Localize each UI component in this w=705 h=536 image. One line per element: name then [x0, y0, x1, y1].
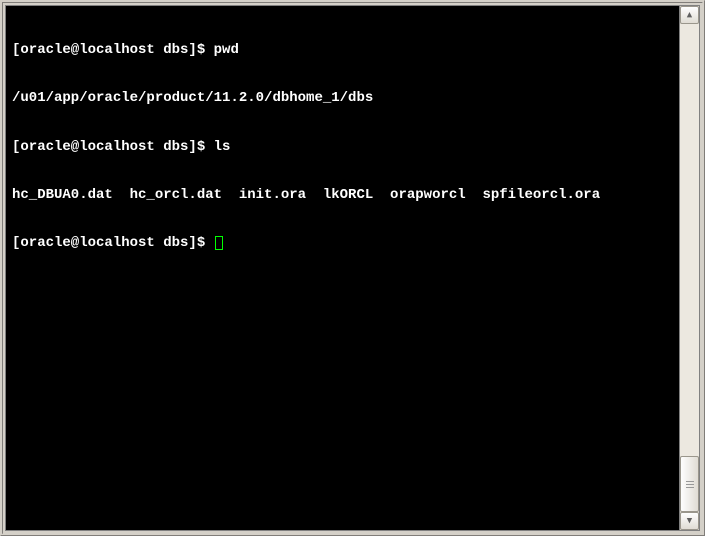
- scroll-up-button[interactable]: ▲: [680, 6, 699, 24]
- scroll-down-button[interactable]: ▼: [680, 512, 699, 530]
- prompt: [oracle@localhost dbs]$: [12, 235, 214, 251]
- terminal-line: [oracle@localhost dbs]$: [12, 235, 673, 251]
- scrollbar[interactable]: ▲ ▼: [679, 6, 699, 530]
- cursor-icon: [215, 236, 223, 250]
- grip-line-icon: [686, 484, 694, 485]
- prompt: [oracle@localhost dbs]$: [12, 139, 214, 155]
- scroll-thumb[interactable]: [680, 456, 699, 512]
- terminal-output[interactable]: [oracle@localhost dbs]$ pwd /u01/app/ora…: [6, 6, 679, 530]
- chevron-up-icon: ▲: [687, 10, 692, 20]
- chevron-down-icon: ▼: [687, 516, 692, 526]
- terminal-line: [oracle@localhost dbs]$ ls: [12, 139, 673, 155]
- prompt: [oracle@localhost dbs]$: [12, 42, 214, 58]
- terminal-line: [oracle@localhost dbs]$ pwd: [12, 42, 673, 58]
- scroll-track[interactable]: [680, 24, 699, 512]
- command: pwd: [214, 42, 239, 58]
- output: hc_DBUA0.dat hc_orcl.dat init.ora lkORCL…: [12, 187, 600, 203]
- terminal-line: /u01/app/oracle/product/11.2.0/dbhome_1/…: [12, 90, 673, 106]
- command: ls: [214, 139, 231, 155]
- output: /u01/app/oracle/product/11.2.0/dbhome_1/…: [12, 90, 373, 106]
- terminal-window-frame: [oracle@localhost dbs]$ pwd /u01/app/ora…: [0, 0, 705, 536]
- terminal-line: hc_DBUA0.dat hc_orcl.dat init.ora lkORCL…: [12, 187, 673, 203]
- terminal-container: [oracle@localhost dbs]$ pwd /u01/app/ora…: [5, 5, 700, 531]
